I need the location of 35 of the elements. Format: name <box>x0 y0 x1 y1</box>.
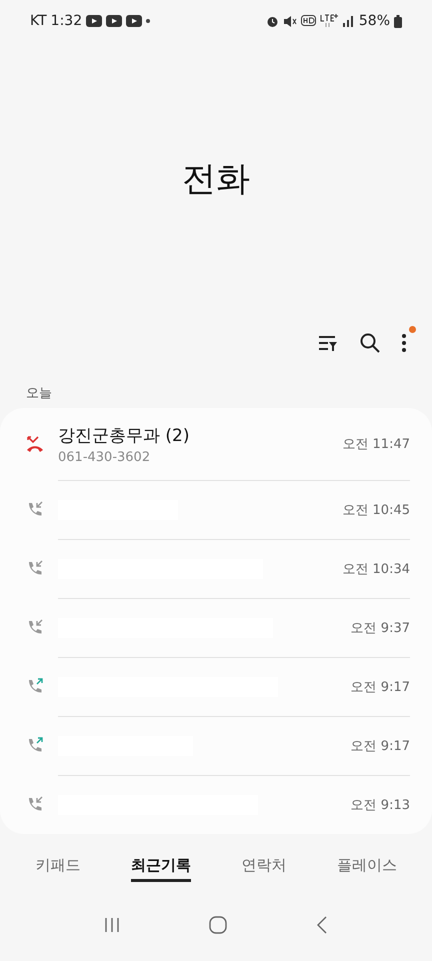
filter-button[interactable] <box>318 334 338 352</box>
call-time: 오전 9:17 <box>350 679 410 696</box>
signal-icon <box>342 15 355 27</box>
hd-icon <box>300 14 316 28</box>
nav-tab[interactable]: 연락처 <box>241 856 286 882</box>
video-app-icon <box>86 15 102 27</box>
dot-icon <box>146 19 150 23</box>
nav-tab[interactable]: 최근기록 <box>130 856 191 882</box>
call-time: 오전 9:37 <box>350 620 410 637</box>
carrier-text: KT <box>30 13 47 29</box>
nav-tab[interactable]: 플레이스 <box>336 856 397 882</box>
app-title: 전화 <box>182 158 250 201</box>
section-header: 오늘 <box>25 385 53 403</box>
caller-name[interactable]: 강진군총무과 (2) <box>58 424 342 446</box>
call-time: 오전 9:17 <box>350 738 410 755</box>
missed-call-icon <box>26 435 44 453</box>
video-app-icon <box>106 15 122 27</box>
alarm-icon <box>266 14 279 28</box>
recents-icon[interactable] <box>104 917 120 933</box>
home-icon[interactable] <box>208 916 227 934</box>
video-app-icon <box>126 15 142 27</box>
mute-icon <box>282 14 297 28</box>
search-button[interactable] <box>360 333 380 353</box>
lte-icon <box>320 14 338 28</box>
battery-text: 58% <box>358 13 390 29</box>
call-time: 오전 10:45 <box>342 502 410 519</box>
back-icon[interactable] <box>316 916 328 934</box>
notification-dot <box>409 326 416 333</box>
call-time: 오전 11:47 <box>342 436 410 453</box>
call-time: 오전 10:34 <box>342 561 410 578</box>
nav-tab[interactable]: 키패드 <box>35 856 80 882</box>
clock-text: 1:32 <box>50 13 82 29</box>
call-time: 오전 9:13 <box>350 797 410 814</box>
battery-icon <box>394 14 402 28</box>
phone-number: 061-430-3602 <box>58 450 152 464</box>
